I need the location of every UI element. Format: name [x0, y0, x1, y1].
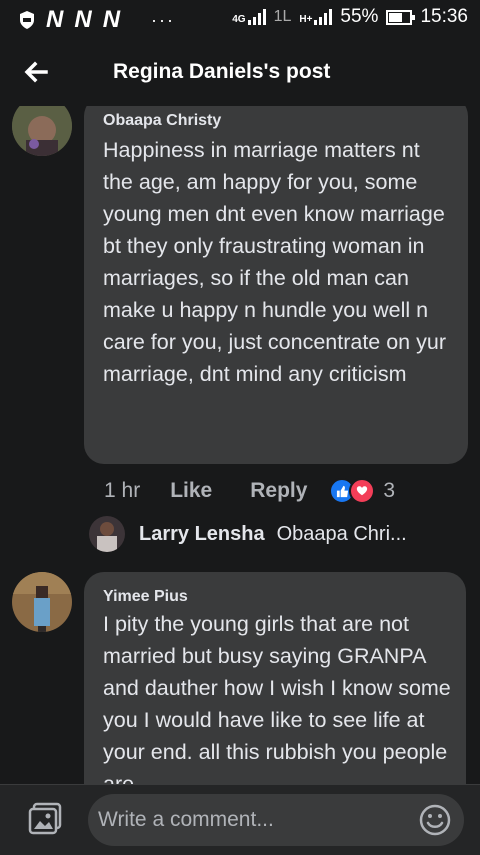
signal-icon-2: H+ [299, 9, 333, 25]
comment-author[interactable]: Yimee Pius [103, 588, 188, 606]
comment-actions: 1 hr Like Reply 3 [104, 478, 395, 504]
comment-bubble[interactable]: Yimee Pius I pity the young girls that a… [84, 572, 466, 784]
signal-icon-1: 4G [232, 9, 266, 25]
battery-percent: 55% [340, 6, 379, 27]
emoji-icon[interactable] [418, 803, 452, 837]
app-header: Regina Daniels's post [0, 38, 480, 106]
back-arrow-icon[interactable] [20, 56, 52, 88]
battery-icon [386, 9, 416, 25]
comment-text: I pity the young girls that are not marr… [103, 612, 451, 784]
data-transfer-icon: 1L [273, 8, 292, 25]
clock: 15:36 [420, 6, 468, 27]
reply-preview[interactable]: Larry Lensha Obaapa Chri... [89, 516, 407, 552]
reply-button[interactable]: Reply [250, 479, 307, 503]
reactions[interactable] [329, 478, 376, 504]
avatar[interactable] [12, 572, 72, 632]
carrier-logo-3: N [102, 6, 122, 33]
carrier-logo-1: N [46, 6, 65, 33]
photo-icon[interactable] [28, 802, 64, 836]
more-notifications-icon: ··· [151, 9, 176, 30]
comment-input[interactable]: Write a comment... [88, 794, 464, 846]
avatar[interactable] [12, 106, 72, 156]
comment-input-placeholder: Write a comment... [98, 808, 274, 831]
comment-composer: Write a comment... [0, 784, 480, 855]
reaction-count[interactable]: 3 [383, 479, 395, 503]
status-bar: N N N ··· 4G 1L H+ 55% 15:36 [0, 0, 480, 38]
comments-list[interactable]: Obaapa Christy Happiness in marriage mat… [0, 106, 480, 784]
shield-icon [20, 11, 34, 29]
comment-author[interactable]: Obaapa Christy [103, 112, 221, 130]
love-reaction-icon [349, 478, 376, 504]
comment-text: Happiness in marriage matters nt the age… [103, 138, 446, 386]
reply-text: Obaapa Chri... [276, 522, 407, 545]
comment-time[interactable]: 1 hr [104, 479, 140, 503]
reply-avatar[interactable] [89, 516, 125, 552]
carrier-logo-2: N [74, 6, 93, 33]
page-title: Regina Daniels's post [113, 60, 331, 83]
like-button[interactable]: Like [170, 479, 212, 503]
reply-author[interactable]: Larry Lensha [139, 523, 265, 546]
comment-bubble[interactable]: Obaapa Christy Happiness in marriage mat… [84, 106, 468, 464]
